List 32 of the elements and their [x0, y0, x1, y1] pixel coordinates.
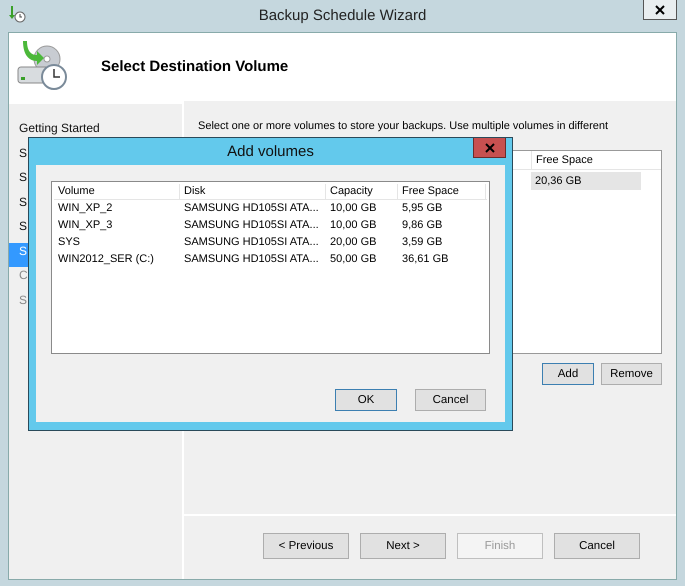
table-cell-text: SAMSUNG HD105SI ATA... — [183, 201, 320, 216]
table-cell-text: SAMSUNG HD105SI ATA... — [183, 218, 320, 233]
table-cell-text: 50,00 GB — [329, 252, 378, 267]
table-cell-text: 10,00 GB — [329, 218, 378, 233]
remove-button[interactable]: Remove — [601, 362, 662, 384]
next-button[interactable]: Next > — [360, 533, 446, 559]
close-button[interactable] — [643, 0, 677, 20]
table-cell-text: SYS — [57, 235, 82, 250]
table-cell-text: 20,00 GB — [329, 235, 378, 250]
table-cell-text: WIN_XP_2 — [57, 201, 114, 216]
table-cell-text: 3,59 GB — [401, 235, 444, 250]
close-icon — [655, 4, 665, 14]
description-text: Select one or more volumes to store your backups. Use multiple volumes in different — [198, 119, 610, 134]
table-cell-text: WIN2012_SER (C:) — [57, 252, 155, 267]
table-cell-text: 36,61 GB — [401, 252, 450, 267]
close-icon — [484, 142, 494, 152]
table-cell-text: 5,95 GB — [401, 201, 444, 216]
cancel-button[interactable]: Cancel — [415, 389, 486, 411]
previous-button[interactable]: < Previous — [263, 533, 349, 559]
table-cell[interactable]: 20,36 GB — [531, 172, 641, 190]
app-icon — [8, 5, 28, 23]
table-cell-text: SAMSUNG HD105SI ATA... — [183, 235, 320, 250]
table-cell-text: WIN_XP_3 — [57, 218, 114, 233]
add-button[interactable]: Add — [542, 362, 594, 384]
dialog-title: Add volumes — [226, 142, 315, 162]
ok-button[interactable]: OK — [335, 389, 397, 411]
table-cell-text: 10,00 GB — [329, 201, 378, 216]
table-cell-text: 9,86 GB — [401, 218, 444, 233]
table-cell-text: SAMSUNG HD105SI ATA... — [183, 252, 320, 267]
window-title: Backup Schedule Wizard — [258, 6, 428, 26]
cancel-button[interactable]: Cancel — [554, 533, 640, 559]
page-title: Select Destination Volume — [101, 58, 288, 76]
